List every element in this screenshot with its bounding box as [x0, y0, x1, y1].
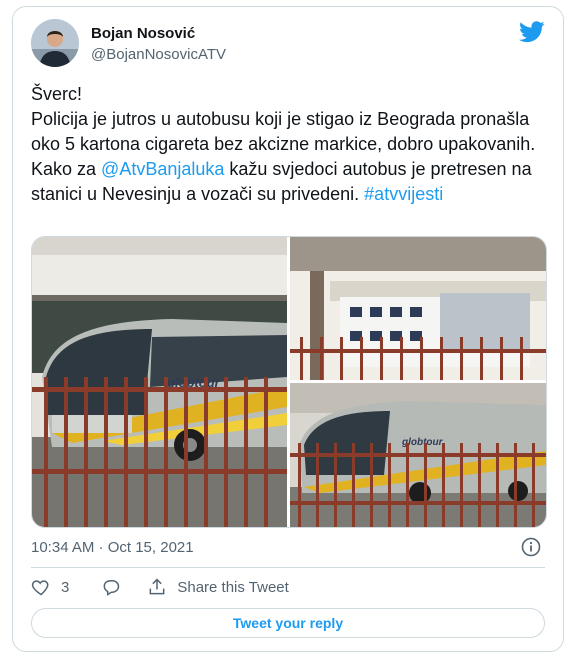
like-count: 3 [61, 578, 70, 596]
photo-grid: globtour globtour [31, 236, 547, 528]
tweet-text: Šverc! Policija je jutros u autobusu koj… [31, 82, 551, 207]
station-photo[interactable] [290, 237, 546, 380]
share-icon [149, 578, 165, 595]
heart-icon [31, 580, 49, 596]
twitter-bird-icon[interactable] [519, 21, 545, 43]
hashtag-link[interactable]: #atvvijesti [364, 184, 443, 204]
tweet-your-reply-button[interactable]: Tweet your reply [31, 608, 545, 638]
info-icon[interactable] [521, 537, 541, 557]
author-name[interactable]: Bojan Nosović [91, 25, 195, 42]
mention-link[interactable]: @AtvBanjaluka [101, 159, 224, 179]
like-button[interactable]: 3 [31, 577, 69, 597]
action-bar: 3 Share this Tweet [31, 575, 289, 599]
reply-icon [103, 580, 120, 596]
divider [31, 567, 545, 568]
bus-photo-large[interactable]: globtour [32, 237, 287, 527]
avatar[interactable] [31, 19, 79, 67]
share-label: Share this Tweet [177, 578, 289, 596]
tweet-line1: Šverc! [31, 84, 83, 104]
bus-photo-small[interactable]: globtour [290, 383, 546, 527]
reply-action-button[interactable] [101, 577, 121, 597]
tweet-card: Bojan Nosović @BojanNosovicATV Šverc! Po… [12, 6, 564, 652]
share-button[interactable]: Share this Tweet [147, 577, 289, 597]
author-handle[interactable]: @BojanNosovicATV [91, 46, 226, 63]
tweet-timestamp[interactable]: 10:34 AM · Oct 15, 2021 [31, 539, 194, 556]
